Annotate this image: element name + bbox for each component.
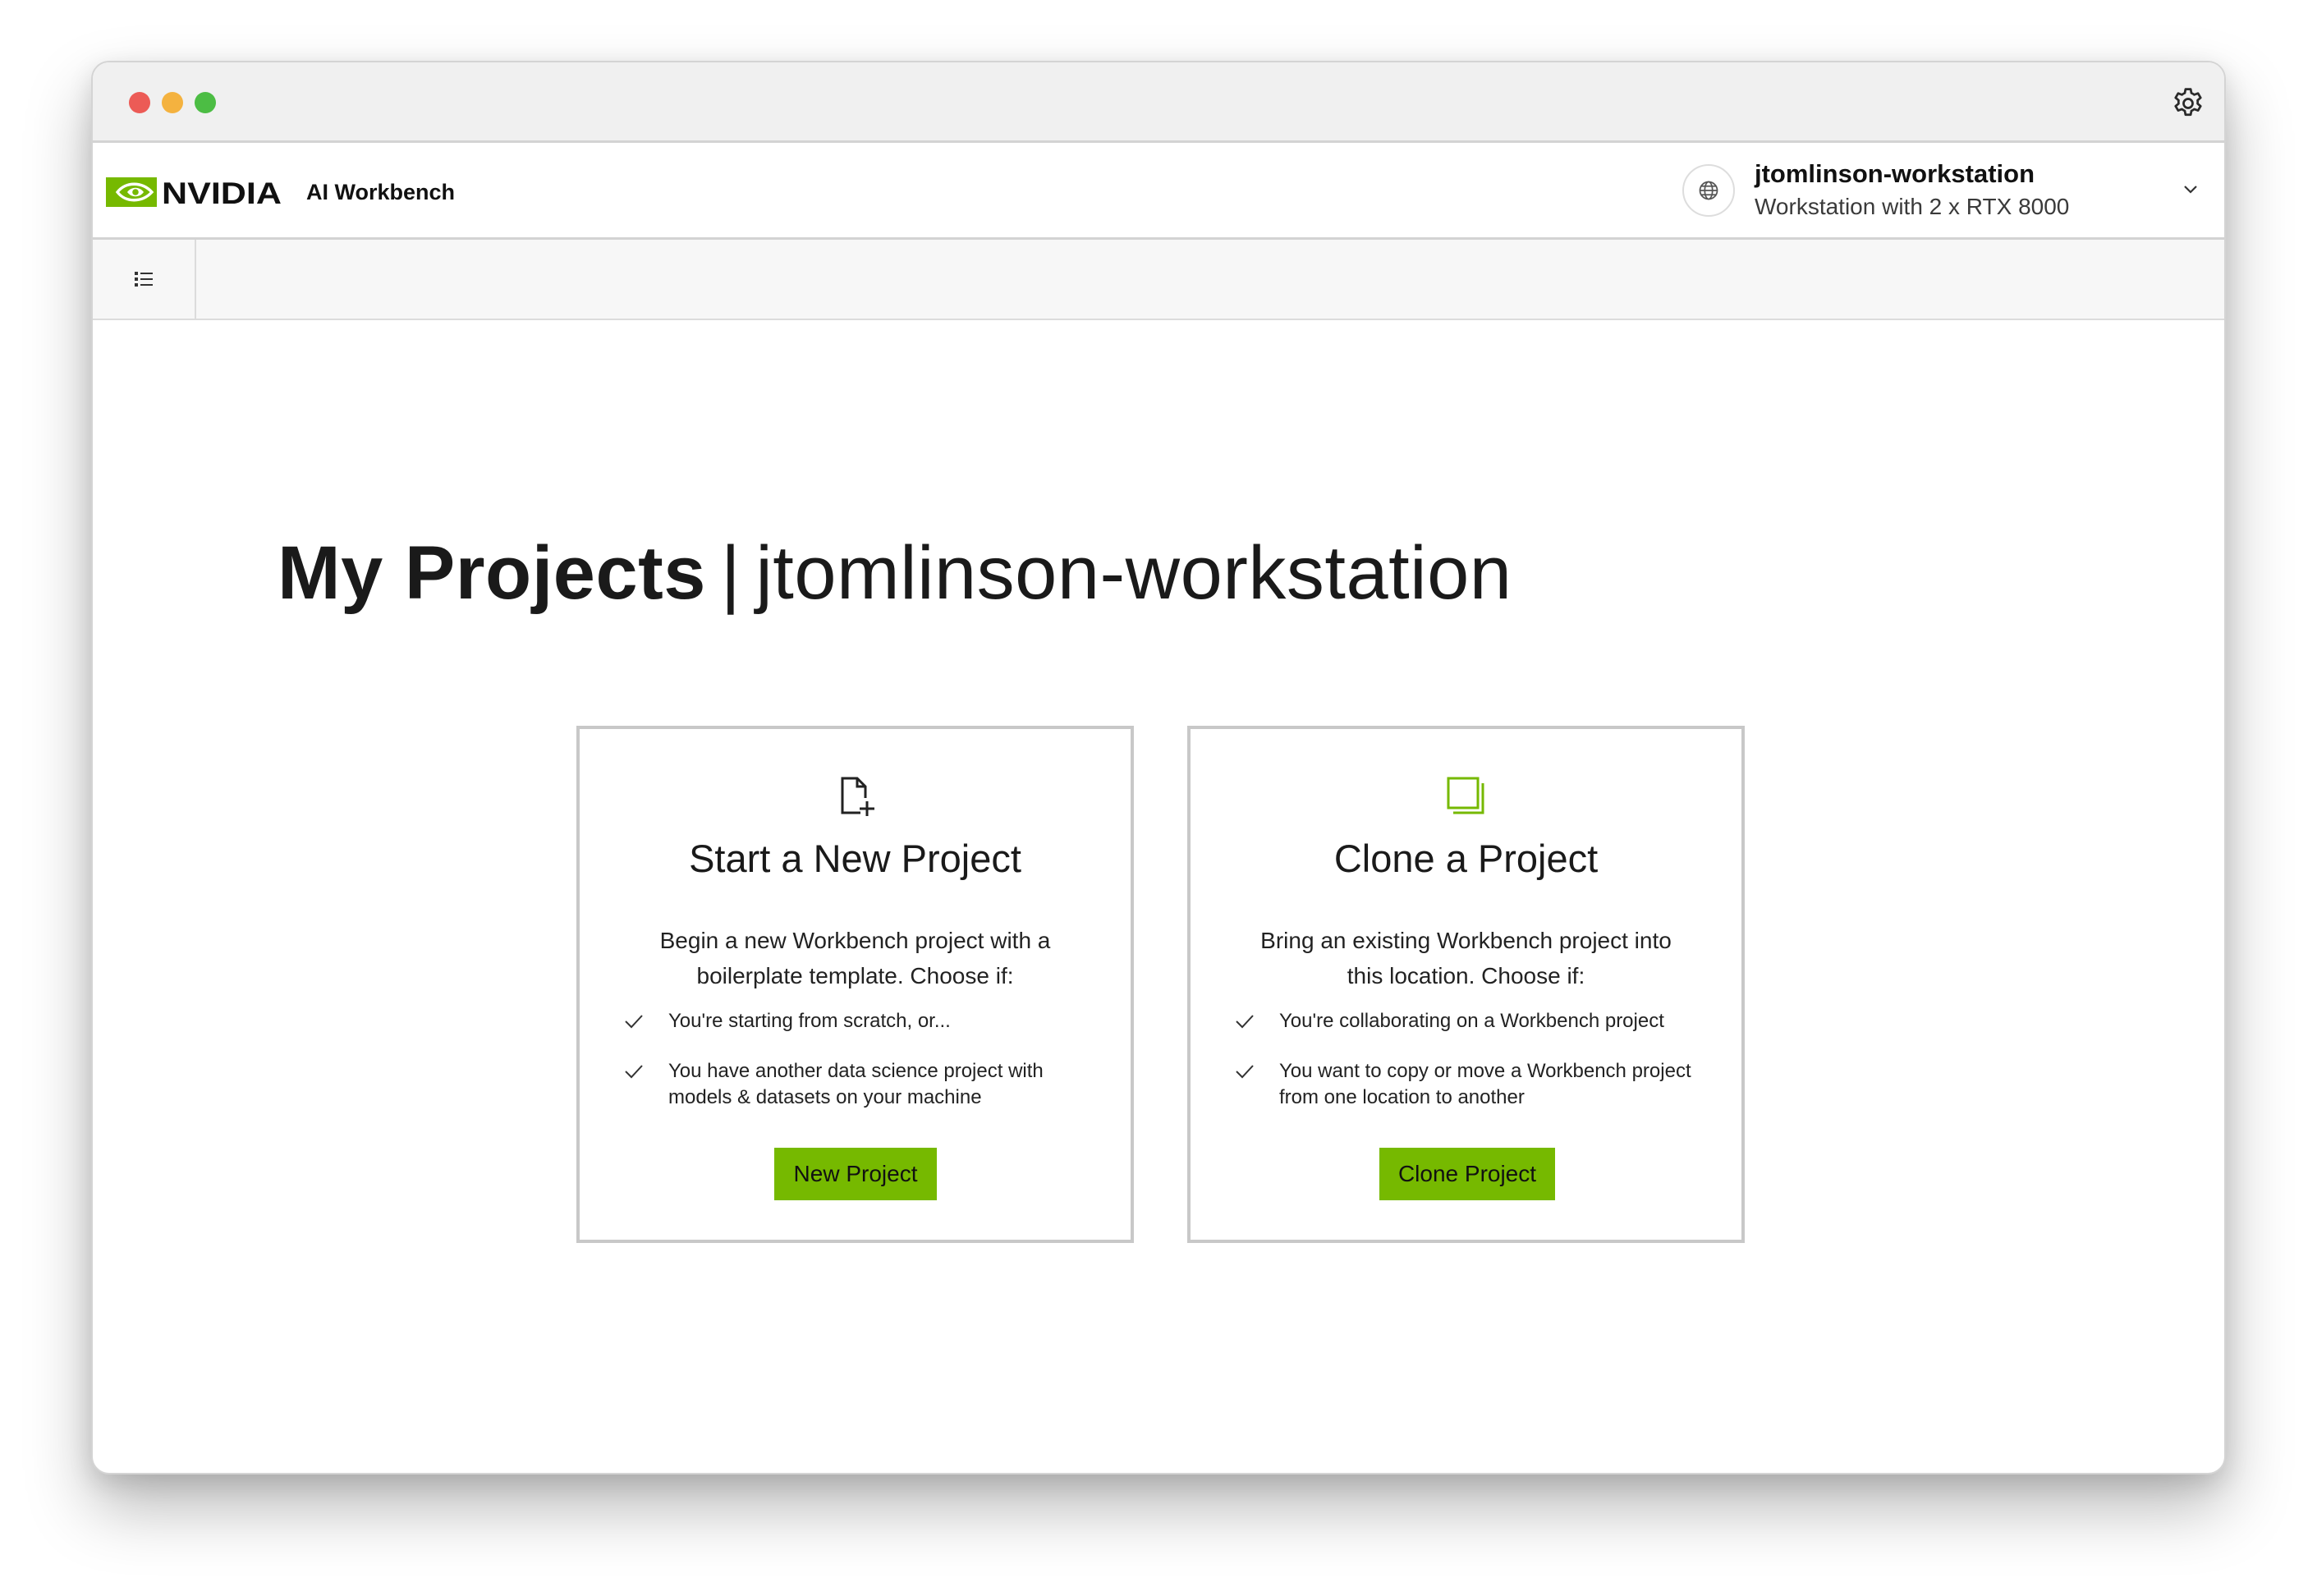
clone-project-title: Clone a Project	[1333, 837, 1599, 880]
gear-icon	[2174, 88, 2202, 117]
app-header: NVIDIA AI Workbench jtomlinson-workstati…	[93, 143, 2224, 240]
app-window: NVIDIA AI Workbench jtomlinson-workstati…	[91, 61, 2226, 1474]
list-item-text: You're collaborating on a Workbench proj…	[1279, 1010, 1664, 1032]
new-project-description: Begin a new Workbench project with a boi…	[659, 928, 1051, 988]
list-item: You're collaborating on a Workbench proj…	[1232, 1008, 1716, 1034]
check-icon	[625, 1015, 643, 1029]
product-name: AI Workbench	[306, 180, 456, 204]
clone-project-description: Bring an existing Workbench project into…	[1260, 928, 1672, 988]
clone-icon	[1447, 777, 1484, 814]
context-switcher[interactable]: jtomlinson-workstation Workstation with …	[1682, 143, 2224, 237]
title-bar	[93, 62, 2224, 143]
clone-project-button[interactable]: Clone Project	[1379, 1148, 1555, 1200]
new-project-title: Start a New Project	[689, 837, 1021, 880]
check-icon	[625, 1065, 643, 1079]
clone-project-card: Clone a Project Bring an existing Workbe…	[1187, 726, 1745, 1243]
maximize-window-button[interactable]	[195, 92, 216, 113]
chevron-down-icon	[2184, 186, 2197, 194]
nvidia-logo: NVIDIA	[106, 177, 282, 210]
page-title-main: My Projects	[278, 531, 706, 615]
context-name: jtomlinson-workstation	[1755, 159, 2035, 188]
minimize-window-button[interactable]	[162, 92, 183, 113]
list-icon	[135, 272, 153, 287]
toolbar	[93, 240, 2224, 320]
nvidia-wordmark: NVIDIA	[162, 177, 282, 210]
check-icon	[1236, 1015, 1254, 1029]
page-title-separator: |	[720, 531, 741, 615]
new-project-criteria: You're starting from scratch, or... You …	[621, 1008, 1105, 1111]
new-project-button[interactable]: New Project	[774, 1148, 937, 1200]
close-window-button[interactable]	[129, 92, 150, 113]
list-item-text: You want to copy or move a Workbench pro…	[1279, 1060, 1691, 1108]
new-file-icon	[841, 777, 874, 816]
clone-project-criteria: You're collaborating on a Workbench proj…	[1232, 1008, 1716, 1111]
check-icon	[1236, 1065, 1254, 1079]
settings-button[interactable]	[2170, 85, 2206, 122]
new-project-card: Start a New Project Begin a new Workbenc…	[576, 726, 1134, 1243]
page-title: My Projects | jtomlinson-workstation	[278, 530, 1512, 617]
list-item: You have another data science project wi…	[621, 1058, 1105, 1111]
list-item-text: You have another data science project wi…	[668, 1060, 1044, 1108]
globe-icon	[1682, 164, 1735, 217]
list-item-text: You're starting from scratch, or...	[668, 1010, 951, 1032]
page-title-context: jtomlinson-workstation	[755, 531, 1512, 615]
list-item: You want to copy or move a Workbench pro…	[1232, 1058, 1716, 1111]
list-item: You're starting from scratch, or...	[621, 1008, 1105, 1034]
context-description: Workstation with 2 x RTX 8000	[1755, 194, 2070, 219]
sidebar-toggle-button[interactable]	[93, 240, 196, 319]
